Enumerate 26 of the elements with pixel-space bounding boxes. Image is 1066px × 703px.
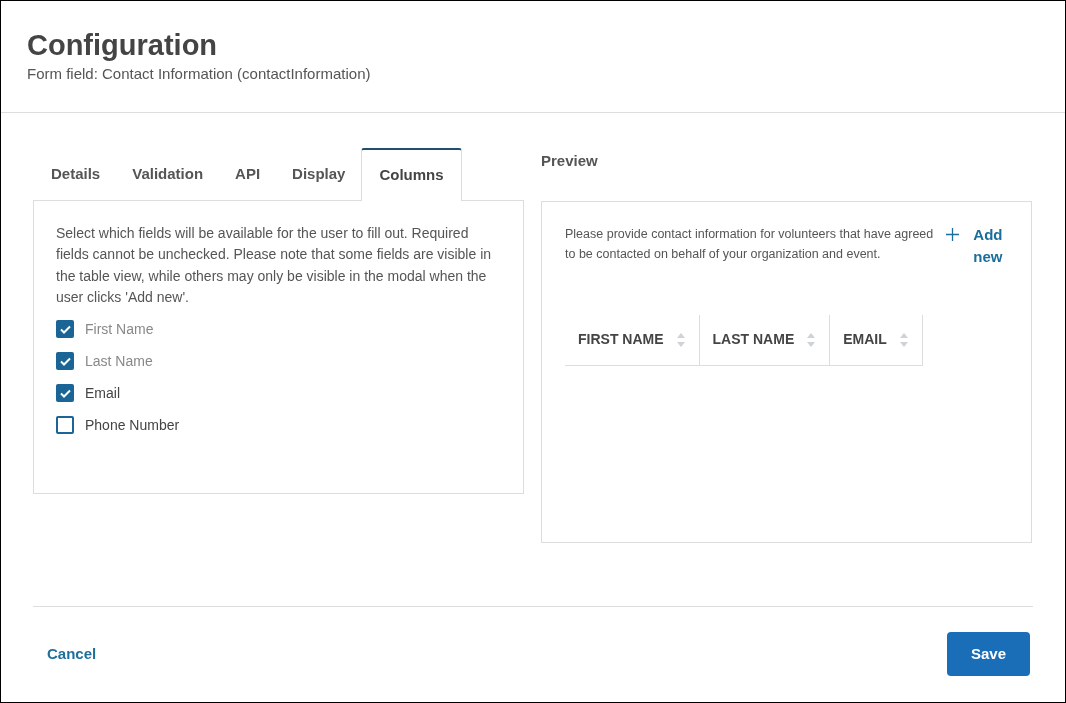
- column-header: FIRST NAME: [578, 330, 664, 349]
- tab[interactable]: Details: [35, 149, 117, 200]
- column-header: EMAIL: [843, 330, 887, 349]
- page-title: Configuration: [27, 28, 219, 63]
- save-button[interactable]: Save: [947, 632, 1030, 676]
- preview-title: Preview: [541, 150, 599, 171]
- tab[interactable]: Columns: [361, 147, 462, 201]
- tab[interactable]: Validation: [116, 149, 220, 200]
- panel-description: Select which fields will be available for the user to fill out. Required fields cannot be unchecked. Please note that some fields are visible in the table view, while others may only be visible in the modal when the user clicks 'Add new'.: [56, 223, 493, 307]
- checkbox-label: Last Name: [85, 351, 153, 371]
- checkbox[interactable]: [56, 416, 74, 434]
- tab[interactable]: API: [219, 149, 277, 200]
- page-subtitle: Form field: Contact Information (contactInformation): [27, 64, 372, 84]
- checkbox-label: Phone Number: [85, 415, 180, 435]
- check-icon: [59, 388, 71, 398]
- check-icon: [59, 324, 71, 334]
- tab[interactable]: Display: [276, 149, 362, 200]
- cancel-link[interactable]: Cancel: [47, 642, 97, 666]
- checkbox-label: Email: [85, 383, 120, 403]
- column-header: LAST NAME: [712, 330, 795, 349]
- check-icon: [59, 356, 71, 366]
- plus-icon: [945, 227, 959, 241]
- add-new-button[interactable]: Add new: [945, 223, 1009, 268]
- checkbox-label: First Name: [85, 319, 154, 339]
- preview-description: Please provide contact information for volunteers that have agreed to be contacted on behalf of your organization and event.: [565, 225, 935, 263]
- checkbox[interactable]: [56, 384, 74, 402]
